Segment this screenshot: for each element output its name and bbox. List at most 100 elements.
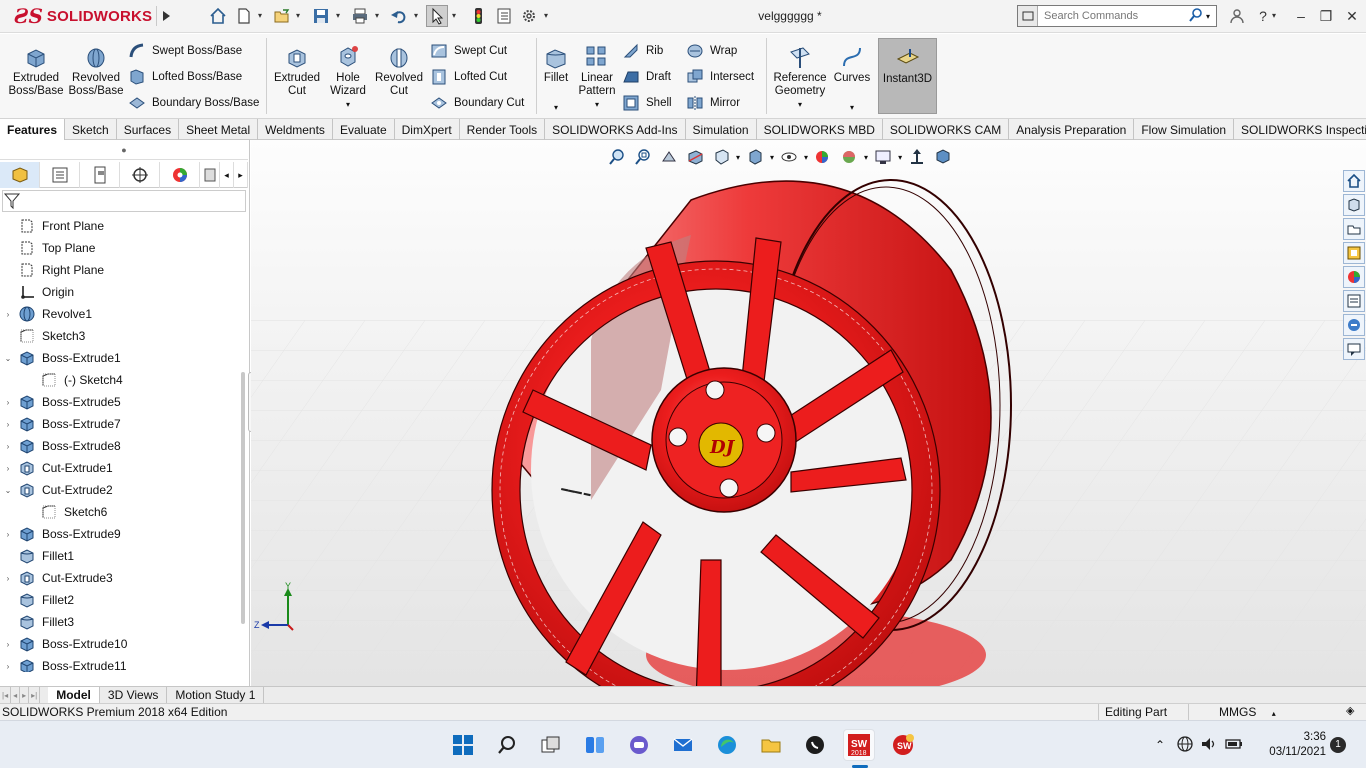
tree-item-sketch3[interactable]: Sketch3 xyxy=(4,325,85,347)
appearances-scenes-icon[interactable] xyxy=(1342,266,1365,288)
linear-pattern-button[interactable]: Linear Pattern ▾ xyxy=(576,44,618,111)
swept-boss-button[interactable]: Swept Boss/Base xyxy=(128,40,242,62)
curves-button[interactable]: Curves ▾ xyxy=(832,44,872,114)
display-style-dropdown-arrow[interactable]: ▾ xyxy=(770,153,774,162)
tab-nav-last-icon[interactable]: ▸| xyxy=(29,687,41,703)
reference-geometry-dropdown-arrow[interactable]: ▾ xyxy=(770,98,830,111)
mirror-button[interactable]: Mirror xyxy=(686,92,740,114)
view-orientation-dropdown-arrow[interactable]: ▾ xyxy=(736,153,740,162)
tab-surfaces[interactable]: Surfaces xyxy=(117,119,180,140)
tab-solidworks-add-ins[interactable]: SOLIDWORKS Add-Ins xyxy=(545,119,686,140)
undo-icon[interactable] xyxy=(388,5,410,27)
windows-start-icon[interactable] xyxy=(447,729,479,761)
search-input[interactable]: Search Commands xyxy=(1038,10,1188,22)
tab-evaluate[interactable]: Evaluate xyxy=(333,119,395,140)
expand-arrow-icon[interactable]: ⌄ xyxy=(4,354,12,363)
solidworks-logo[interactable]: ƧS SOLIDWORKS xyxy=(14,4,152,28)
minimize-icon[interactable]: – xyxy=(1290,5,1312,27)
widgets-icon[interactable] xyxy=(579,729,611,761)
tree-item-cut-extrude1[interactable]: › Cut-Extrude1 xyxy=(4,457,113,479)
extruded-cut-button[interactable]: Extruded Cut xyxy=(270,44,324,98)
select-pointer-icon[interactable] xyxy=(426,5,448,27)
view-settings-dropdown-arrow[interactable]: ▾ xyxy=(898,153,902,162)
tree-item-right-plane[interactable]: Right Plane xyxy=(4,259,104,281)
cam-tab-icon[interactable] xyxy=(200,162,220,188)
reference-geometry-button[interactable]: Reference Geometry ▾ xyxy=(770,44,830,111)
expand-arrow-icon[interactable]: › xyxy=(4,574,12,583)
language-globe-icon[interactable] xyxy=(1176,735,1194,756)
tab-dimxpert[interactable]: DimXpert xyxy=(395,119,460,140)
tree-item-sketch6[interactable]: Sketch6 xyxy=(26,501,107,523)
display-style-icon[interactable] xyxy=(744,147,766,167)
tree-item-top-plane[interactable]: Top Plane xyxy=(4,237,95,259)
expand-arrow-icon[interactable]: › xyxy=(4,640,12,649)
tree-item-origin[interactable]: Origin xyxy=(4,281,74,303)
show-hidden-icons-chevron[interactable]: ⌃ xyxy=(1150,738,1170,752)
help-dropdown-arrow[interactable]: ▾ xyxy=(1272,11,1279,20)
tab-analysis-preparation[interactable]: Analysis Preparation xyxy=(1009,119,1135,140)
expand-arrow-icon[interactable]: › xyxy=(4,530,12,539)
tab-motion-study-1[interactable]: Motion Study 1 xyxy=(167,687,265,703)
tree-item-revolve1[interactable]: › Revolve1 xyxy=(4,303,92,325)
tree-item-cut-extrude3[interactable]: › Cut-Extrude3 xyxy=(4,567,113,589)
file-explorer-icon[interactable] xyxy=(1342,218,1365,240)
notification-badge[interactable]: 1 xyxy=(1330,737,1346,753)
rebuild-traffic-light-icon[interactable] xyxy=(467,5,489,27)
linear-pattern-dropdown-arrow[interactable]: ▾ xyxy=(576,98,618,111)
tab-flow-simulation[interactable]: Flow Simulation xyxy=(1134,119,1235,140)
tree-item-front-plane[interactable]: Front Plane xyxy=(4,215,104,237)
user-account-icon[interactable] xyxy=(1226,5,1248,27)
view-orientation-icon[interactable] xyxy=(710,147,732,167)
hide-show-dropdown-arrow[interactable]: ▾ xyxy=(804,153,808,162)
tab-nav-first-icon[interactable]: |◂ xyxy=(0,687,12,703)
hide-show-items-icon[interactable] xyxy=(778,147,800,167)
save-icon[interactable] xyxy=(310,5,332,27)
zoom-to-area-icon[interactable] xyxy=(632,147,654,167)
save-dropdown-arrow[interactable]: ▾ xyxy=(336,11,343,20)
tree-item-fillet2[interactable]: Fillet2 xyxy=(4,589,74,611)
tab-solidworks-cam[interactable]: SOLIDWORKS CAM xyxy=(883,119,1010,140)
tree-item-boss-extrude7[interactable]: › Boss-Extrude7 xyxy=(4,413,121,435)
tree-item-cut-extrude2[interactable]: ⌄ Cut-Extrude2 xyxy=(4,479,113,501)
options-gear-icon[interactable] xyxy=(518,5,540,27)
tree-item-boss-extrude11[interactable]: › Boss-Extrude11 xyxy=(4,655,127,672)
tab-sketch[interactable]: Sketch xyxy=(65,119,117,140)
solidworks-rx-icon[interactable]: SW xyxy=(887,729,919,761)
panel-splitter-handle[interactable]: ● xyxy=(0,140,248,160)
scene-dropdown-arrow[interactable]: ▾ xyxy=(864,153,868,162)
custom-properties-icon[interactable] xyxy=(1342,290,1365,312)
expand-arrow-icon[interactable]: › xyxy=(4,442,12,451)
search-commands-box[interactable]: Search Commands ▾ xyxy=(1017,5,1217,27)
tab-features[interactable]: Features xyxy=(0,119,66,140)
teams-chat-icon[interactable] xyxy=(623,729,655,761)
tree-scrollbar[interactable] xyxy=(241,372,245,624)
zoom-to-fit-icon[interactable] xyxy=(606,147,628,167)
expand-arrow-icon[interactable]: › xyxy=(4,310,12,319)
options-dropdown-arrow[interactable]: ▾ xyxy=(544,11,551,20)
search-icon[interactable] xyxy=(1188,7,1206,26)
edge-browser-icon[interactable] xyxy=(711,729,743,761)
fillet-button[interactable]: Fillet ▾ xyxy=(540,44,572,114)
tabs-scroll-left-arrow[interactable]: ◂ xyxy=(220,162,234,188)
revolved-boss-button[interactable]: Revolved Boss/Base xyxy=(68,44,124,98)
dimxpert-manager-tab-icon[interactable] xyxy=(120,162,160,188)
tabs-scroll-right-arrow[interactable]: ▸ xyxy=(234,162,248,188)
instant3d-button[interactable]: Instant3D xyxy=(878,38,937,114)
rib-button[interactable]: Rib xyxy=(622,40,663,62)
rotate-view-icon[interactable] xyxy=(906,147,928,167)
solidworks-resources-icon[interactable] xyxy=(1342,170,1365,192)
solidworks-forum-icon[interactable] xyxy=(1342,314,1365,336)
tab-sheet-metal[interactable]: Sheet Metal xyxy=(179,119,259,140)
print-dropdown-arrow[interactable]: ▾ xyxy=(375,11,382,20)
view-palette-icon[interactable] xyxy=(1342,242,1365,264)
hole-wizard-dropdown-arrow[interactable]: ▾ xyxy=(326,98,370,111)
tab-weldments[interactable]: Weldments xyxy=(258,119,333,140)
expand-arrow-icon[interactable]: › xyxy=(4,420,12,429)
lofted-boss-button[interactable]: Lofted Boss/Base xyxy=(128,66,242,88)
customize-status-bar-icon[interactable]: ◈ xyxy=(1346,704,1364,720)
swept-cut-button[interactable]: Swept Cut xyxy=(430,40,507,62)
file-properties-icon[interactable] xyxy=(493,5,515,27)
intersect-button[interactable]: Intersect xyxy=(686,66,754,88)
boundary-cut-button[interactable]: Boundary Cut xyxy=(430,92,524,114)
restore-icon[interactable]: ❐ xyxy=(1315,5,1337,27)
